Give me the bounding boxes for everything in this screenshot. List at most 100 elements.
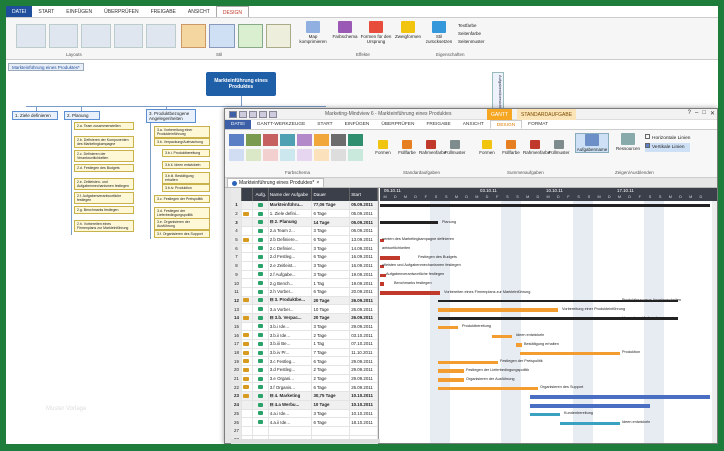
table-row[interactable]: 27 bbox=[231, 426, 378, 436]
tab-freigabe[interactable]: FREIGABE bbox=[420, 120, 456, 129]
task-duration[interactable]: 3 Tage bbox=[312, 244, 351, 253]
table-row[interactable]: 15 3.b.i Ide... 3 Tage 29.09.2011 bbox=[231, 322, 378, 332]
task-duration[interactable]: 30,75 Tage bbox=[312, 392, 351, 400]
tab-gantt-werkzeuge[interactable]: GANTT-WERKZEUGE bbox=[251, 120, 312, 129]
redo-icon[interactable] bbox=[259, 110, 267, 118]
task-start[interactable]: 05.09.2011 bbox=[350, 209, 378, 218]
task-duration[interactable]: 20 Tage bbox=[312, 296, 351, 305]
task-duration[interactable]: 2 Tage bbox=[312, 374, 351, 383]
task-name[interactable]: ⊟ 3.b. Verpac... bbox=[269, 313, 313, 322]
gantt-bar[interactable] bbox=[380, 291, 440, 295]
task-name[interactable]: 3.b.iv Pr... bbox=[269, 348, 313, 357]
node-planung-sub[interactable]: 2.h. Vorbereiten eines Firmenplans zur M… bbox=[74, 220, 134, 232]
tab-ansicht[interactable]: ANSICHT bbox=[457, 120, 490, 129]
sum-rahmenfarbe-button[interactable]: Rahmenfarbe bbox=[523, 140, 550, 155]
node-planung-sub[interactable]: 2.b. Definieren der Komponenten des Mark… bbox=[74, 136, 134, 148]
task-duration[interactable]: 1 Tag bbox=[312, 340, 351, 348]
task-name[interactable]: 2.d Festleg... bbox=[269, 253, 313, 261]
gantt-bar[interactable] bbox=[438, 386, 538, 391]
seitenmuster-option[interactable]: Seitenmuster bbox=[458, 38, 485, 46]
gantt-bar[interactable] bbox=[438, 378, 464, 382]
task-duration[interactable]: 6 Tage bbox=[312, 287, 351, 296]
table-row[interactable]: 10 2.g Bench... 1 Tag 19.09.2011 bbox=[231, 279, 378, 288]
stil-gallery[interactable] bbox=[181, 24, 291, 48]
task-name[interactable]: 3.f Organis... bbox=[269, 383, 313, 392]
task-duration[interactable]: 6 Tage bbox=[312, 209, 351, 218]
task-start[interactable]: 11.10.2011 bbox=[350, 348, 378, 357]
node-planung-sub[interactable]: 2.d. Festlegen des Budgets bbox=[74, 164, 134, 172]
task-duration[interactable]: 6 Tage bbox=[312, 357, 351, 366]
seitenfarbe-option[interactable]: Seitenfarbe bbox=[458, 30, 485, 38]
table-row[interactable]: 12 ⊟ 3. Produktbe... 20 Tage 26.09.2011 bbox=[231, 296, 378, 306]
gantt-bar[interactable] bbox=[530, 412, 560, 417]
gantt-chart-body[interactable]: Planung nenten des Marketingkampagne defi… bbox=[380, 201, 717, 443]
task-name[interactable]: 3.b.iii Be... bbox=[269, 340, 313, 348]
task-duration[interactable]: 6 Tage bbox=[312, 383, 351, 392]
save-icon[interactable] bbox=[239, 110, 247, 118]
task-start[interactable]: 03.10.2011 bbox=[350, 331, 378, 339]
sum-fuellfarbe-button[interactable]: Füllfarbe bbox=[499, 140, 523, 155]
gantt-bar[interactable] bbox=[520, 351, 620, 356]
table-row[interactable]: 9 2.f Aufgabe... 3 Tage 19.09.2011 bbox=[231, 270, 378, 280]
task-name[interactable]: 4.a.ii Ide... bbox=[269, 418, 313, 426]
task-name[interactable]: Markteinführu... bbox=[269, 201, 313, 209]
node-planung-sub[interactable]: 2.f. Aufgabenverantwortliche festlegen bbox=[74, 192, 134, 204]
task-start[interactable]: 26.09.2011 bbox=[350, 296, 378, 305]
task-start[interactable]: 26.09.2011 bbox=[350, 383, 378, 392]
tab-datei[interactable]: DATEI bbox=[225, 120, 251, 129]
task-name[interactable]: ⊟ 4. Marketing bbox=[269, 392, 313, 400]
gantt-bar[interactable] bbox=[380, 221, 438, 224]
tab-einfügen[interactable]: EINFÜGEN bbox=[339, 120, 376, 129]
task-start[interactable]: 18.10.2011 bbox=[350, 418, 378, 426]
tab-start[interactable]: START bbox=[311, 120, 338, 129]
minimize-icon[interactable]: – bbox=[695, 110, 698, 117]
back-document-tab[interactable]: Markteinführung eines Produktes* bbox=[8, 63, 84, 71]
gantt-bar[interactable] bbox=[438, 325, 458, 330]
table-row[interactable]: 20 3.d Festleg... 2 Tage 29.09.2011 bbox=[231, 366, 378, 375]
task-name[interactable]: 2.a Team z... bbox=[269, 227, 313, 235]
task-name[interactable]: 2.g Bench... bbox=[269, 279, 313, 287]
task-duration[interactable]: 3 Tage bbox=[312, 409, 351, 418]
zweigformen-button[interactable]: Zweigformen bbox=[394, 21, 422, 39]
table-row[interactable]: 5 2.b Definiere... 6 Tage 13.09.2011 bbox=[231, 235, 378, 245]
map-komprimieren-button[interactable]: Map komprimieren bbox=[298, 21, 328, 44]
node-produkt-sub[interactable]: 3.b.ii. Ideen entwickeln bbox=[162, 160, 210, 169]
task-start[interactable] bbox=[350, 426, 378, 435]
gantt-bar[interactable] bbox=[438, 369, 464, 373]
task-name[interactable]: 3.d Festleg... bbox=[269, 366, 313, 374]
task-name[interactable]: 3.b.i Ide... bbox=[269, 322, 313, 331]
task-start[interactable]: 19.09.2011 bbox=[350, 270, 378, 279]
gantt-bar[interactable] bbox=[438, 360, 498, 365]
node-produkt-sub[interactable]: 3.d. Festlegen der Lieferbedingungspolit… bbox=[154, 206, 210, 219]
task-start[interactable]: 10.10.2011 bbox=[350, 400, 378, 409]
help-icon[interactable]: ? bbox=[688, 110, 691, 117]
table-horizontal-scrollbar[interactable] bbox=[231, 439, 386, 443]
tab-überprüfen[interactable]: ÜBERPRÜFEN bbox=[375, 120, 420, 129]
table-row[interactable]: 8 2.e Zeitleist... 3 Tage 16.09.2011 bbox=[231, 261, 378, 271]
layouts-gallery[interactable] bbox=[16, 24, 176, 48]
task-name[interactable]: 2.c Definier... bbox=[269, 244, 313, 253]
gantt-bar[interactable] bbox=[560, 421, 620, 425]
task-duration[interactable]: 10 Tage bbox=[312, 305, 351, 313]
node-produkt-sub[interactable]: 3.c. Festlegen der Preispolitik bbox=[154, 195, 210, 203]
node-produktbezogen[interactable]: 3. Produktbezogene Angelegenheiten bbox=[146, 109, 196, 123]
node-planung-sub[interactable]: 2.c. Definieren der Verantwortlichkeiten bbox=[74, 150, 134, 162]
close-icon[interactable]: × bbox=[316, 180, 319, 186]
task-duration[interactable]: 6 Tage bbox=[312, 418, 351, 426]
task-duration[interactable]: 14 Tage bbox=[312, 218, 351, 227]
node-produkt-sub[interactable]: 3.b. Verpackung/Aufmachung bbox=[154, 137, 210, 146]
table-row[interactable]: 7 2.d Festleg... 6 Tage 16.09.2011 bbox=[231, 253, 378, 262]
print-icon[interactable] bbox=[269, 110, 277, 118]
task-duration[interactable]: 1 Tag bbox=[312, 279, 351, 287]
back-tab-überprüfen[interactable]: ÜBERPRÜFEN bbox=[98, 6, 144, 17]
back-tab-design[interactable]: DESIGN bbox=[215, 6, 250, 17]
task-duration[interactable]: 77,06 Tage bbox=[312, 201, 351, 209]
tab-format[interactable]: FORMAT bbox=[522, 120, 554, 129]
gantt-bar[interactable] bbox=[380, 204, 710, 207]
gantt-bar[interactable] bbox=[380, 282, 384, 286]
std-fuellmuster-button[interactable]: Füllmuster bbox=[443, 140, 467, 155]
task-duration[interactable]: 2 Tage bbox=[312, 331, 351, 339]
node-ziele[interactable]: 1. Ziele definieren bbox=[12, 111, 58, 120]
table-row[interactable]: 22 3.f Organis... 6 Tage 26.09.2011 bbox=[231, 383, 378, 393]
tab-design[interactable]: DESIGN bbox=[489, 120, 523, 129]
